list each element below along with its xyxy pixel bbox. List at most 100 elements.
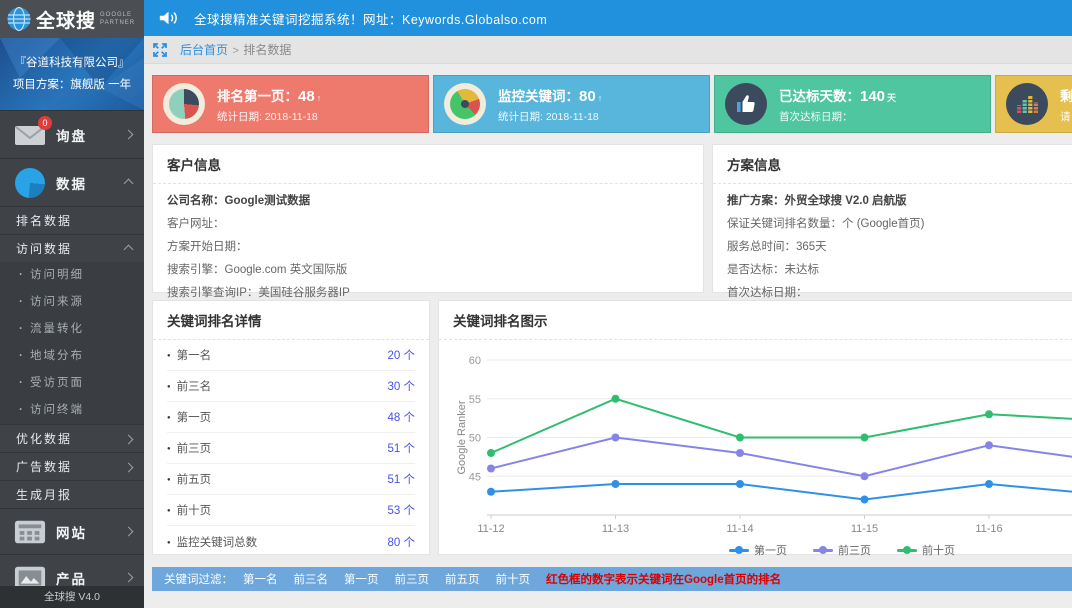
svg-text:11-13: 11-13 — [602, 523, 629, 535]
rank-row-page5: 前五页51 个 — [167, 464, 415, 495]
filter-label: 关键词过滤： — [164, 571, 233, 587]
company-name: 『谷道科技有限公司』 — [0, 52, 144, 74]
chevron-up-icon — [124, 245, 134, 255]
stat-cards-row: 排名第一页：48↑ 统计日期: 2018-11-18 监控关键词：80↑ 统计日… — [152, 75, 1072, 133]
sidebar-item-ad-data[interactable]: 广告数据 — [0, 452, 144, 480]
stat-card-subtitle: 统计日期: 2018-11-18 — [217, 109, 321, 124]
filter-page1[interactable]: 第一页 — [344, 571, 379, 587]
info-row-customer-website: 客户网址： — [167, 213, 689, 236]
legend-item[interactable]: 前十页 — [897, 542, 955, 558]
inquiry-badge: 0 — [38, 116, 52, 130]
legend-marker-icon — [813, 546, 833, 554]
keyword-ranking-chart-panel: 关键词排名图示 45 50 55 60 11-12 11-13 11-14 11-15 11-1… — [438, 300, 1072, 555]
legend-item[interactable]: 第一页 — [729, 542, 787, 558]
stat-card-subtitle: 统计日期: 2018-11-18 — [498, 109, 602, 124]
main-area: 全球搜精准关键词挖掘系统！网址：Keywords.Globalso.com 后台… — [144, 0, 1072, 591]
speaker-icon — [158, 9, 180, 27]
sidebar-item-inquiry[interactable]: 0 询盘 — [0, 110, 144, 158]
chevron-up-icon — [124, 179, 134, 189]
svg-text:11-16: 11-16 — [975, 523, 1002, 535]
plan-info-panel: 方案信息 推广方案：外贸全球搜 V2.0 启航版 保证关键词排名数量：个 (Go… — [712, 144, 1072, 293]
svg-text:45: 45 — [469, 471, 481, 483]
pie-icon — [15, 168, 45, 198]
breadcrumb-current: 排名数据 — [243, 43, 291, 57]
chevron-right-icon — [124, 463, 134, 473]
sidebar-item-visit-data[interactable]: 访问数据 — [0, 234, 144, 262]
info-row-search-engine: 搜索引擎：Google.com 英文国际版 — [167, 259, 689, 282]
info-row-plan-start-date: 方案开始日期： — [167, 236, 689, 259]
partner-label: GOOGLE PARTNER — [100, 11, 135, 27]
expand-icon[interactable] — [152, 42, 168, 58]
sidebar-item-visited-pages[interactable]: 受访页面 — [0, 370, 144, 397]
project-plan: 项目方案：旗舰版 一年 — [0, 74, 144, 96]
keyword-ranking-detail-panel: 关键词排名详情 第一名20 个 前三名30 个 第一页48 个 前三页51 个 … — [152, 300, 430, 555]
stat-card-subtitle: 首次达标日期： — [779, 109, 896, 124]
ranking-line-chart: 4550556011-1211-1311-1411-1511-16Google … — [453, 340, 1072, 535]
sidebar-item-optimization-data[interactable]: 优化数据 — [0, 424, 144, 452]
top-announcement-bar: 全球搜精准关键词挖掘系统！网址：Keywords.Globalso.com — [144, 0, 1072, 36]
color-wheel-icon — [444, 83, 486, 125]
sidebar-item-region-distribution[interactable]: 地域分布 — [0, 343, 144, 370]
sidebar-item-visit-source[interactable]: 访问来源 — [0, 289, 144, 316]
filter-note: 红色框的数字表示关键词在Google首页的排名 — [546, 571, 781, 587]
svg-text:50: 50 — [469, 433, 481, 445]
app-title: 全球搜 — [36, 6, 96, 33]
sidebar-item-visit-detail[interactable]: 访问明细 — [0, 262, 144, 289]
sidebar-item-ranking-data[interactable]: 排名数据 — [0, 206, 144, 234]
filter-page3[interactable]: 前三页 — [395, 571, 430, 587]
panel-title: 关键词排名图示 — [439, 301, 1072, 340]
chart-legend: 第一页 前三页 前十页 — [439, 542, 1072, 558]
rank-row-page10: 前十页53 个 — [167, 495, 415, 526]
sidebar-item-monthly-report[interactable]: 生成月报 — [0, 480, 144, 508]
filter-page5[interactable]: 前五页 — [445, 571, 480, 587]
app-version: 全球搜 V4.0 — [0, 586, 144, 608]
svg-text:11-15: 11-15 — [851, 523, 878, 535]
app-logo[interactable]: 全球搜 GOOGLE PARTNER — [0, 0, 144, 38]
rank-row-top3: 前三名30 个 — [167, 371, 415, 402]
pie-chart-icon — [163, 83, 205, 125]
chevron-right-icon — [124, 435, 134, 445]
keyword-filter-bar: 关键词过滤： 第一名 前三名 第一页 前三页 前五页 前十页 红色框的数字表示关… — [152, 567, 1072, 591]
legend-item[interactable]: 前三页 — [813, 542, 871, 558]
thumbs-up-icon — [725, 83, 767, 125]
sidebar-item-website[interactable]: 网站 — [0, 508, 144, 554]
svg-text:60: 60 — [469, 355, 481, 367]
filter-page10[interactable]: 前十页 — [496, 571, 531, 587]
bar-chart-icon — [1006, 83, 1048, 125]
stat-card-days-achieved[interactable]: 已达标天数：140天 首次达标日期： — [714, 75, 991, 133]
grid-icon — [14, 519, 46, 545]
panel-title: 客户信息 — [153, 145, 703, 184]
svg-text:11-14: 11-14 — [726, 523, 753, 535]
stat-card-monitored-keywords[interactable]: 监控关键词：80↑ 统计日期: 2018-11-18 — [433, 75, 710, 133]
svg-text:11-12: 11-12 — [477, 523, 504, 535]
info-row-company-name: 公司名称：Google测试数据 — [167, 190, 689, 213]
breadcrumb-home[interactable]: 后台首页 — [180, 43, 228, 57]
sidebar-item-visit-terminal[interactable]: 访问终端 — [0, 397, 144, 424]
svg-text:55: 55 — [469, 394, 481, 406]
rank-row-total: 监控关键词总数80 个 — [167, 526, 415, 557]
stat-card-first-page-ranking[interactable]: 排名第一页：48↑ 统计日期: 2018-11-18 — [152, 75, 429, 133]
breadcrumb-separator: > — [232, 45, 238, 57]
chevron-right-icon — [124, 573, 134, 583]
company-panel: 『谷道科技有限公司』 项目方案：旗舰版 一年 — [0, 38, 144, 110]
panel-title: 方案信息 — [713, 145, 1072, 184]
sidebar-item-data[interactable]: 数据 — [0, 158, 144, 206]
customer-info-panel: 客户信息 公司名称：Google测试数据 客户网址： 方案开始日期： 搜索引擎：… — [152, 144, 704, 293]
info-row-service-time: 服务总时间：365天 — [727, 236, 1072, 259]
rank-row-top1: 第一名20 个 — [167, 340, 415, 371]
announcement-text: 全球搜精准关键词挖掘系统！网址：Keywords.Globalso.com — [194, 9, 547, 28]
rank-row-page1: 第一页48 个 — [167, 402, 415, 433]
filter-top1[interactable]: 第一名 — [243, 571, 278, 587]
info-row-guaranteed-keywords: 保证关键词排名数量：个 (Google首页) — [727, 213, 1072, 236]
stat-card-subtitle: 请 — [1060, 109, 1072, 124]
sidebar-item-traffic-conversion[interactable]: 流量转化 — [0, 316, 144, 343]
info-row-achieved-status: 是否达标：未达标 — [727, 259, 1072, 282]
legend-marker-icon — [897, 546, 917, 554]
filter-top3[interactable]: 前三名 — [294, 571, 329, 587]
rank-row-page3: 前三页51 个 — [167, 433, 415, 464]
chevron-right-icon — [124, 130, 134, 140]
info-row-promotion-plan: 推广方案：外贸全球搜 V2.0 启航版 — [727, 190, 1072, 213]
sidebar: 全球搜 GOOGLE PARTNER 『谷道科技有限公司』 项目方案：旗舰版 一… — [0, 0, 144, 608]
stat-card-remaining[interactable]: 剩余 请 — [995, 75, 1072, 133]
globe-icon — [6, 6, 32, 32]
